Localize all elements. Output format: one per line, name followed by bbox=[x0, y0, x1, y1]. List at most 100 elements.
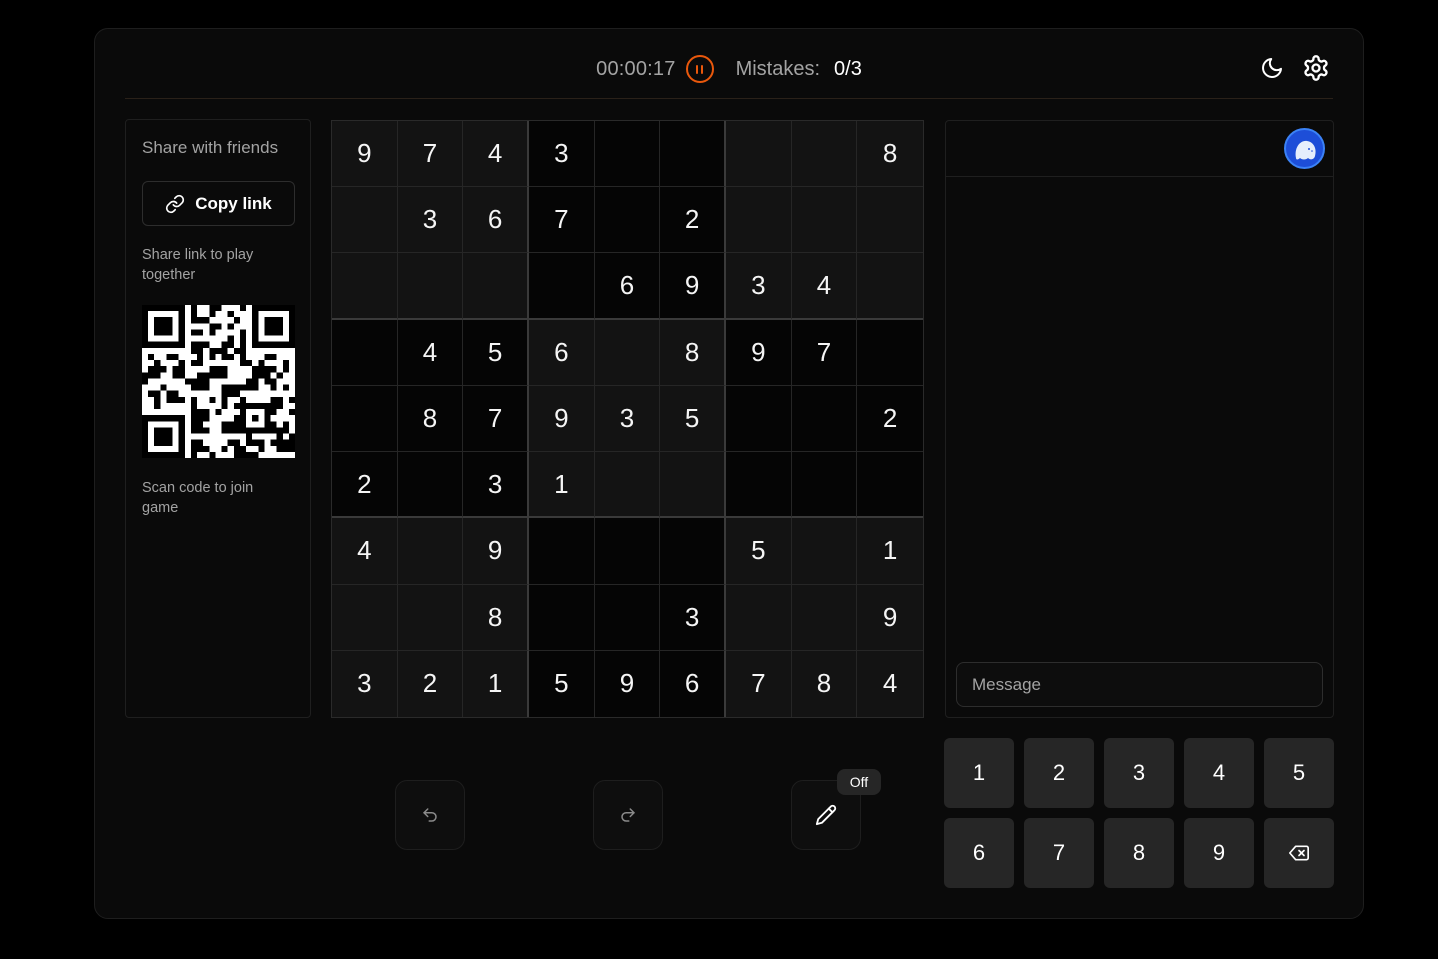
sudoku-cell[interactable]: 9 bbox=[660, 253, 726, 320]
avatar[interactable] bbox=[1284, 128, 1325, 169]
backspace-icon bbox=[1289, 845, 1309, 861]
sudoku-cell[interactable] bbox=[857, 187, 923, 254]
sudoku-cell[interactable]: 6 bbox=[660, 650, 726, 717]
sudoku-cell[interactable] bbox=[791, 584, 858, 651]
sudoku-cell[interactable]: 9 bbox=[725, 319, 792, 386]
sudoku-cell[interactable] bbox=[857, 452, 923, 519]
sudoku-cell[interactable] bbox=[397, 584, 464, 651]
sudoku-cell[interactable] bbox=[594, 319, 661, 386]
sudoku-cell[interactable] bbox=[528, 584, 595, 651]
number-button-5[interactable]: 5 bbox=[1264, 738, 1334, 808]
number-button-1[interactable]: 1 bbox=[944, 738, 1014, 808]
number-button-7[interactable]: 7 bbox=[1024, 818, 1094, 888]
sudoku-cell[interactable]: 2 bbox=[857, 386, 923, 453]
sudoku-cell[interactable]: 3 bbox=[463, 452, 529, 519]
pause-button[interactable] bbox=[685, 55, 714, 83]
sudoku-cell[interactable] bbox=[332, 319, 398, 386]
sudoku-cell[interactable]: 2 bbox=[660, 187, 726, 254]
sudoku-cell[interactable] bbox=[594, 452, 661, 519]
sudoku-cell[interactable]: 7 bbox=[791, 319, 858, 386]
sudoku-cell[interactable]: 1 bbox=[463, 650, 529, 717]
number-button-4[interactable]: 4 bbox=[1184, 738, 1254, 808]
sudoku-cell[interactable] bbox=[660, 452, 726, 519]
sudoku-cell[interactable] bbox=[463, 253, 529, 320]
sudoku-cell[interactable]: 6 bbox=[528, 319, 595, 386]
number-button-8[interactable]: 8 bbox=[1104, 818, 1174, 888]
sudoku-cell[interactable]: 9 bbox=[463, 518, 529, 585]
number-button-3[interactable]: 3 bbox=[1104, 738, 1174, 808]
sudoku-cell[interactable] bbox=[332, 584, 398, 651]
sudoku-cell[interactable]: 8 bbox=[791, 650, 858, 717]
sudoku-cell[interactable]: 6 bbox=[463, 187, 529, 254]
sudoku-cell[interactable] bbox=[528, 253, 595, 320]
sudoku-cell[interactable]: 3 bbox=[397, 187, 464, 254]
sudoku-cell[interactable] bbox=[725, 385, 792, 453]
sudoku-cell[interactable]: 9 bbox=[528, 385, 595, 453]
sudoku-cell[interactable] bbox=[594, 121, 661, 188]
sudoku-cell[interactable]: 5 bbox=[463, 319, 529, 386]
settings-button[interactable] bbox=[1301, 53, 1331, 83]
sudoku-cell[interactable] bbox=[332, 187, 398, 254]
sudoku-cell[interactable]: 7 bbox=[397, 121, 464, 188]
sudoku-cell[interactable]: 8 bbox=[397, 385, 464, 453]
theme-toggle-button[interactable] bbox=[1257, 53, 1287, 83]
number-button-6[interactable]: 6 bbox=[944, 818, 1014, 888]
sudoku-cell[interactable] bbox=[791, 518, 858, 585]
number-button-2[interactable]: 2 bbox=[1024, 738, 1094, 808]
sudoku-cell[interactable]: 4 bbox=[397, 319, 464, 386]
sudoku-cell[interactable]: 3 bbox=[528, 121, 595, 188]
sudoku-cell[interactable] bbox=[397, 452, 464, 519]
sudoku-cell[interactable] bbox=[791, 187, 858, 254]
sudoku-cell[interactable] bbox=[725, 187, 792, 254]
sudoku-cell[interactable]: 9 bbox=[332, 121, 398, 188]
sudoku-cell[interactable] bbox=[725, 452, 792, 519]
sudoku-cell[interactable]: 8 bbox=[660, 319, 726, 386]
sudoku-cell[interactable]: 7 bbox=[528, 187, 595, 254]
sudoku-cell[interactable]: 8 bbox=[857, 121, 923, 188]
sudoku-cell[interactable] bbox=[594, 518, 661, 585]
sudoku-cell[interactable]: 7 bbox=[463, 385, 529, 453]
sudoku-cell[interactable]: 4 bbox=[463, 121, 529, 188]
sudoku-cell[interactable] bbox=[857, 320, 923, 386]
sudoku-cell[interactable] bbox=[725, 121, 792, 188]
sudoku-cell[interactable] bbox=[594, 187, 661, 254]
sudoku-cell[interactable]: 1 bbox=[857, 518, 923, 585]
sudoku-cell[interactable]: 5 bbox=[725, 518, 792, 585]
sudoku-cell[interactable]: 3 bbox=[660, 584, 726, 651]
sudoku-cell[interactable] bbox=[791, 385, 858, 453]
sudoku-cell[interactable] bbox=[397, 253, 464, 320]
sudoku-cell[interactable]: 2 bbox=[397, 650, 464, 717]
sudoku-cell[interactable] bbox=[725, 584, 792, 651]
sudoku-cell[interactable]: 7 bbox=[725, 650, 792, 717]
number-button-9[interactable]: 9 bbox=[1184, 818, 1254, 888]
sudoku-cell[interactable] bbox=[332, 385, 398, 453]
undo-button[interactable] bbox=[395, 780, 465, 850]
sudoku-cell[interactable] bbox=[791, 121, 858, 188]
sudoku-cell[interactable]: 4 bbox=[332, 518, 398, 585]
sudoku-cell[interactable]: 9 bbox=[857, 584, 923, 651]
sudoku-cell[interactable]: 8 bbox=[463, 584, 529, 651]
sudoku-cell[interactable] bbox=[594, 584, 661, 651]
sudoku-cell[interactable] bbox=[791, 452, 858, 519]
copy-link-button[interactable]: Copy link bbox=[142, 181, 295, 226]
erase-button[interactable] bbox=[1264, 818, 1334, 888]
sudoku-cell[interactable]: 2 bbox=[332, 452, 398, 519]
redo-button[interactable] bbox=[593, 780, 663, 850]
sudoku-cell[interactable]: 3 bbox=[725, 253, 792, 320]
sudoku-cell[interactable] bbox=[332, 253, 398, 320]
sudoku-cell[interactable] bbox=[660, 121, 726, 188]
sudoku-cell[interactable]: 3 bbox=[594, 385, 661, 453]
sudoku-cell[interactable]: 9 bbox=[595, 650, 661, 717]
sudoku-cell[interactable] bbox=[660, 518, 726, 585]
sudoku-cell[interactable]: 4 bbox=[791, 253, 858, 320]
sudoku-cell[interactable]: 4 bbox=[857, 650, 923, 717]
sudoku-cell[interactable]: 5 bbox=[529, 650, 595, 717]
sudoku-cell[interactable] bbox=[397, 518, 464, 585]
sudoku-cell[interactable]: 1 bbox=[528, 452, 595, 519]
sudoku-cell[interactable]: 3 bbox=[332, 650, 398, 717]
sudoku-cell[interactable] bbox=[528, 518, 595, 585]
message-input[interactable] bbox=[956, 662, 1323, 707]
sudoku-cell[interactable] bbox=[857, 253, 923, 320]
sudoku-cell[interactable]: 5 bbox=[660, 385, 726, 453]
sudoku-cell[interactable]: 6 bbox=[594, 253, 661, 320]
